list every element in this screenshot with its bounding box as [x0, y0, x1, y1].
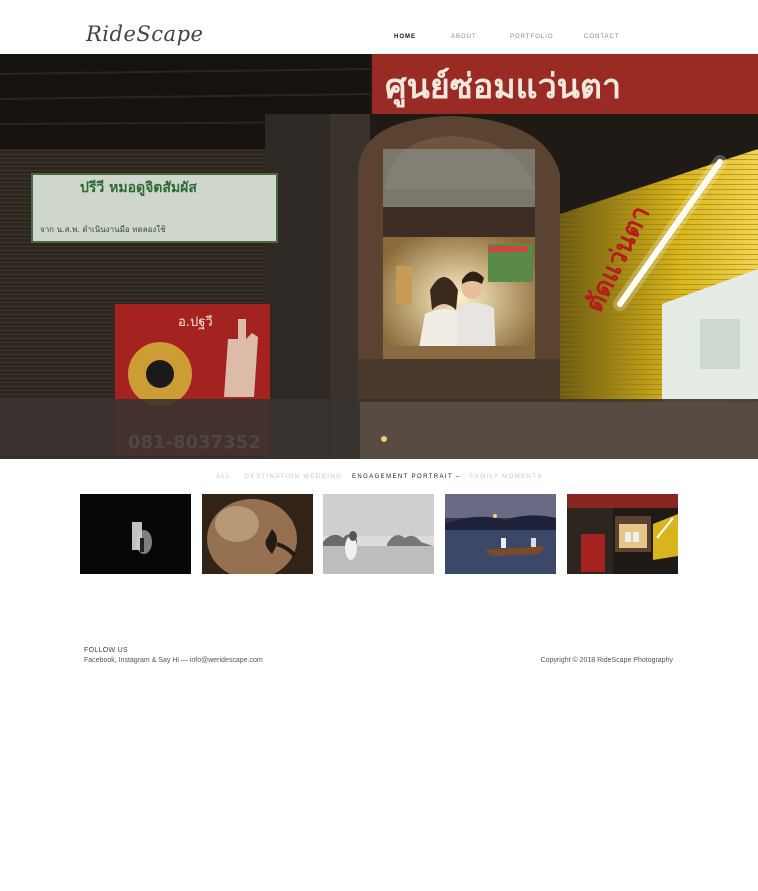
hero-sign-name: อ.ปฐวี	[178, 314, 213, 330]
footer-follow-heading: FOLLOW US	[84, 647, 128, 654]
gallery-thumb[interactable]	[445, 494, 556, 574]
gallery-thumb[interactable]	[323, 494, 434, 574]
hero-sign-left-small: จาก น.ส.พ. ดำเนินงานมือ ทดลองใช้	[40, 225, 166, 234]
footer-copyright: Copyright © 2018 RideScape Photography	[540, 657, 673, 664]
main-nav: HOME ABOUT PORTFOLIO CONTACT	[0, 34, 758, 44]
footer-follow-text[interactable]: Facebook, Instagram & Say Hi — info@weri…	[84, 657, 263, 664]
hero-photo: ศูนย์ซ่อมแว่นตา ปรีวี หมอดูจิตสัมผัส จาก…	[0, 54, 758, 459]
nav-home[interactable]: HOME	[394, 34, 416, 40]
filter-family-moments[interactable]: FAMILY MOMENTS	[470, 474, 543, 480]
footer-follow: FOLLOW US Facebook, Instagram & Say Hi —…	[84, 647, 263, 664]
filter-engagement-portrait[interactable]: ENGAGEMENT PORTRAIT –	[352, 474, 461, 480]
hero-sign-top: ศูนย์ซ่อมแว่นตา	[385, 67, 621, 108]
nav-portfolio[interactable]: PORTFOLIO	[510, 34, 554, 40]
gallery-thumb[interactable]	[80, 494, 191, 574]
thumb-photo-boat	[445, 494, 556, 574]
hero-image: ศูนย์ซ่อมแว่นตา ปรีวี หมอดูจิตสัมผัส จาก…	[0, 54, 758, 459]
hero-sign-left: ปรีวี หมอดูจิตสัมผัส	[80, 180, 197, 196]
site-header: RideScape HOME ABOUT PORTFOLIO CONTACT	[0, 0, 758, 54]
thumb-photo-tattoo	[202, 494, 313, 574]
filter-destination-wedding[interactable]: DESTINATION WEDDING	[245, 474, 342, 480]
gallery-thumb[interactable]	[567, 494, 678, 574]
thumb-photo-seaside	[323, 494, 434, 574]
gallery-thumb[interactable]	[202, 494, 313, 574]
thumb-photo-shop-window	[567, 494, 678, 574]
nav-contact[interactable]: CONTACT	[584, 34, 620, 40]
thumb-photo-dark-doorway	[80, 494, 191, 574]
nav-about[interactable]: ABOUT	[451, 34, 477, 40]
filter-all[interactable]: ALL	[216, 474, 231, 480]
portfolio-filter: ALL DESTINATION WEDDING ENGAGEMENT PORTR…	[0, 474, 758, 484]
